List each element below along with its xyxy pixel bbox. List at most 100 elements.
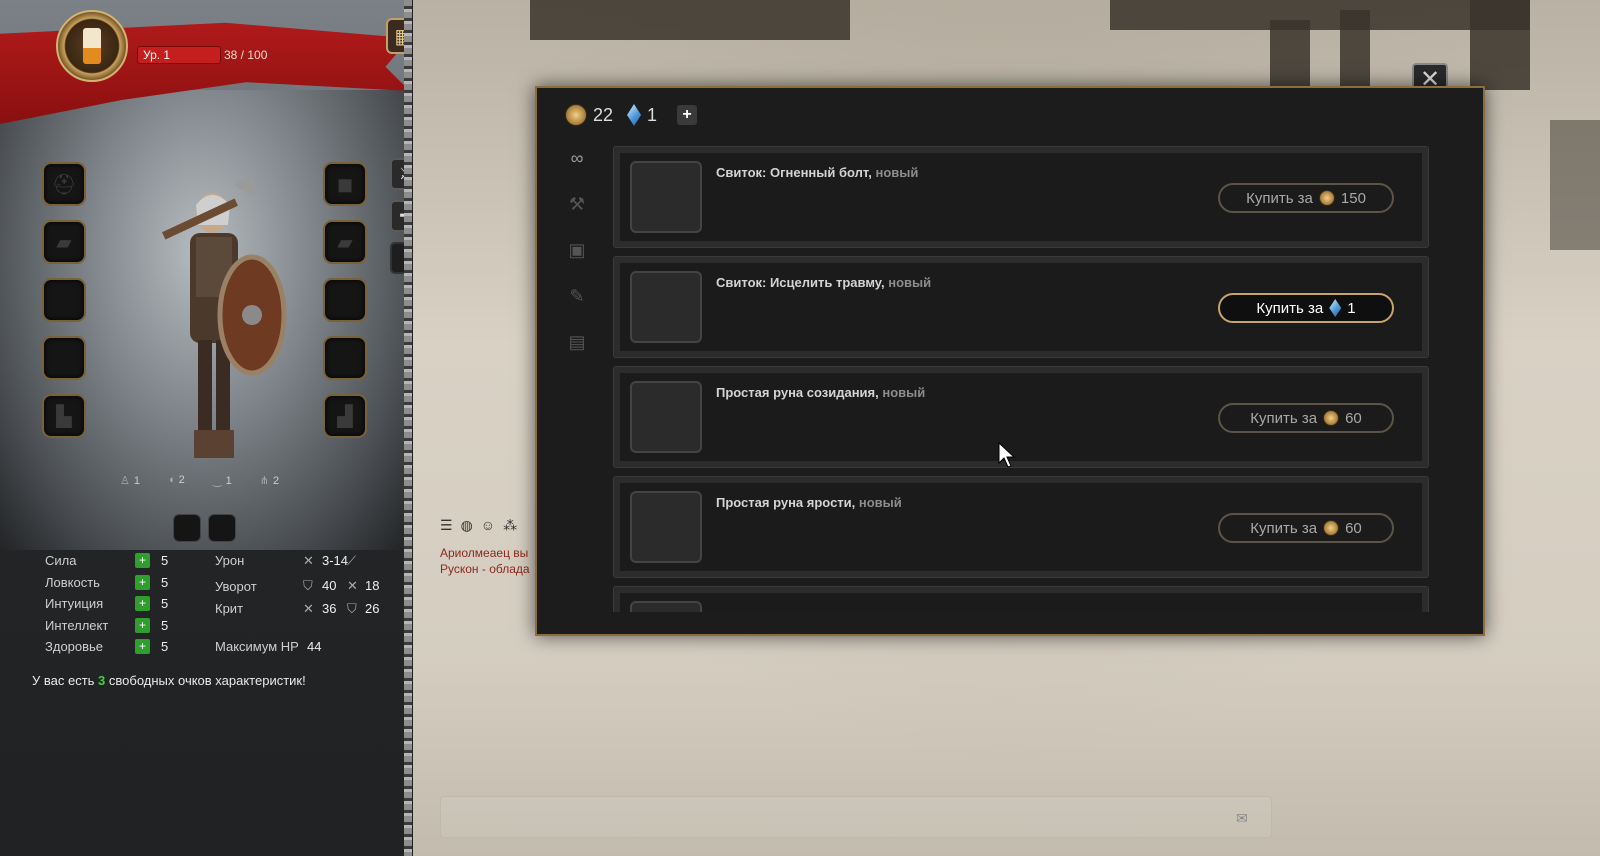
category-weapons-icon[interactable]: ⚒: [563, 190, 591, 218]
clan-emblem[interactable]: [56, 10, 128, 82]
inventory-bag-button[interactable]: ▦: [386, 18, 404, 54]
category-runes-icon[interactable]: ✎: [563, 282, 591, 310]
crossed-axes-icon: ⚔: [399, 164, 404, 184]
buy-button[interactable]: Купить за 60: [1218, 513, 1394, 543]
shop-categories: ∞ ⚒ ▣ ✎ ▤: [563, 144, 593, 374]
weapons-toggle-button[interactable]: ⚔: [390, 158, 404, 190]
body-armor: ◖ 2: [168, 474, 185, 486]
shield-icon: ⛉: [303, 578, 313, 593]
panel-divider-chain: [403, 0, 413, 856]
empty-side-slot[interactable]: [390, 242, 404, 274]
shop-modal: 22 1 + ∞ ⚒ ▣ ✎ ▤ Свиток: Огненный болт, …: [535, 86, 1485, 636]
add-agility-button[interactable]: +: [135, 575, 150, 590]
belt-slot[interactable]: [42, 336, 86, 380]
armor-stats: ♙ 1 ◖ 2 ‿ 1 ⋔ 2: [120, 474, 279, 487]
add-strength-button[interactable]: +: [135, 553, 150, 568]
ring-slot-right[interactable]: [323, 278, 367, 322]
level-bar: Ур. 1: [137, 46, 221, 64]
add-currency-button[interactable]: +: [677, 105, 698, 125]
chat-toolbar: ☰ ◍ ☺ ⁂: [440, 517, 517, 534]
group-icon[interactable]: ⁂: [503, 517, 517, 534]
item-thumbnail[interactable]: [630, 381, 702, 453]
gold-coin-icon: [1323, 520, 1340, 536]
item-name: Свиток: Огненный болт, новый: [716, 165, 919, 180]
shoulders-icon: ▰: [56, 231, 72, 254]
add-intellect-button[interactable]: +: [135, 618, 150, 633]
globe-icon[interactable]: ◍: [461, 517, 473, 534]
buy-button[interactable]: Купить за 1: [1218, 293, 1394, 323]
filters-icon[interactable]: ☰: [440, 517, 453, 534]
shop-item: Простая руна ярости, новый Купить за 60: [613, 476, 1429, 578]
level-label: Ур. 1: [143, 48, 171, 62]
gold-coin-icon: [1318, 190, 1335, 206]
add-health-button[interactable]: +: [135, 639, 150, 654]
belt-pocket-slot-1[interactable]: [173, 514, 201, 542]
body-armor-icon: ◖: [168, 474, 175, 486]
warrior-portrait: [162, 175, 287, 458]
gem-amount: 1: [647, 104, 658, 125]
armor-toggle-button[interactable]: ✚: [390, 200, 404, 232]
shield-icon: ⛉: [347, 601, 357, 616]
legs-armor-icon: ⋔: [259, 475, 269, 487]
currency-bar: 22 1 +: [565, 104, 698, 126]
waist-armor-icon: ‿: [212, 475, 222, 487]
leggings-icon: ▟: [337, 405, 353, 428]
boots-icon: ▙: [56, 405, 72, 428]
buy-button[interactable]: Купить за 60: [1218, 403, 1394, 433]
bag-icon: ▦: [395, 24, 404, 49]
chat-input[interactable]: [440, 796, 1272, 838]
swords-icon: ✕: [303, 553, 314, 568]
item-thumbnail[interactable]: [630, 601, 702, 612]
add-intuition-button[interactable]: +: [135, 596, 150, 611]
damage-type-icon: ⟋: [347, 553, 357, 568]
gem-icon: [627, 104, 642, 126]
shoulders-slot[interactable]: ▰: [42, 220, 86, 264]
gold-amount: 22: [593, 104, 614, 125]
item-name: Простая руна созидания, новый: [716, 385, 926, 400]
category-scrolls-icon[interactable]: ▤: [563, 328, 591, 356]
chat-message: Ариолмеаец вы: [440, 546, 529, 560]
chat-message: Рускон - облада: [440, 562, 530, 576]
ring-slot-left[interactable]: [42, 278, 86, 322]
helmet-icon: ⛑: [51, 173, 77, 196]
shop-item: Свиток: Огненный болт, новый Купить за 15…: [613, 146, 1429, 248]
armor-icon: ◼: [336, 173, 354, 196]
amulet-slot[interactable]: ◼: [323, 162, 367, 206]
belt-pocket-slot-2[interactable]: [208, 514, 236, 542]
item-thumbnail[interactable]: [630, 491, 702, 563]
stat-row-health: Здоровье + 5 Максимум HP 44: [45, 639, 322, 654]
swords-icon: ✕: [347, 578, 358, 593]
shop-item-partial: [613, 586, 1429, 612]
mouse-cursor-icon: [998, 442, 1016, 468]
item-name: Простая руна ярости, новый: [716, 495, 902, 510]
shield-plus-icon: ✚: [399, 206, 404, 226]
boots-slot[interactable]: ▙: [42, 394, 86, 438]
gloves-slot[interactable]: ▰: [323, 220, 367, 264]
head-armor: ♙ 1: [120, 475, 140, 487]
swords-icon: ✕: [303, 601, 314, 616]
category-armor-icon[interactable]: ▣: [563, 236, 591, 264]
character-panel: Ур. 1 38 / 100 ⛑ ▰ ▙ ◼ ▰ ▟ ⚔ ✚ ▦ ♙1 ◖2 ‿…: [0, 0, 404, 856]
shop-item: Свиток: Исцелить травму, новый Купить за…: [613, 256, 1429, 358]
emblem-icon: [83, 28, 101, 64]
category-all-icon[interactable]: ∞: [563, 144, 591, 172]
leggings-slot[interactable]: ▟: [323, 394, 367, 438]
gem-icon: [1329, 299, 1342, 317]
head-armor-icon: ♙: [120, 475, 130, 487]
chat-send-icon[interactable]: ✉: [1236, 810, 1248, 827]
weapon-slot[interactable]: [323, 336, 367, 380]
buy-button[interactable]: Купить за 150: [1218, 183, 1394, 213]
item-thumbnail[interactable]: [630, 271, 702, 343]
helmet-slot[interactable]: ⛑: [42, 162, 86, 206]
gold-coin-icon: [1323, 410, 1340, 426]
item-name: Свиток: Исцелить травму, новый: [716, 275, 932, 290]
free-points-message: У вас есть 3 свободных очков характерист…: [32, 673, 306, 688]
gold-coin-icon: [565, 104, 587, 126]
stat-row-strength: Сила + 5 Урон ✕ 3-14 ⟋: [45, 553, 357, 568]
legs-armor: ⋔ 2: [259, 475, 280, 487]
item-thumbnail[interactable]: [630, 161, 702, 233]
stat-row-intellect: Интеллект + 5: [45, 618, 169, 633]
user-icon[interactable]: ☺: [481, 517, 495, 534]
shop-item: Простая руна созидания, новый Купить за 6…: [613, 366, 1429, 468]
shop-item-list: Свиток: Огненный болт, новый Купить за 15…: [613, 146, 1429, 612]
